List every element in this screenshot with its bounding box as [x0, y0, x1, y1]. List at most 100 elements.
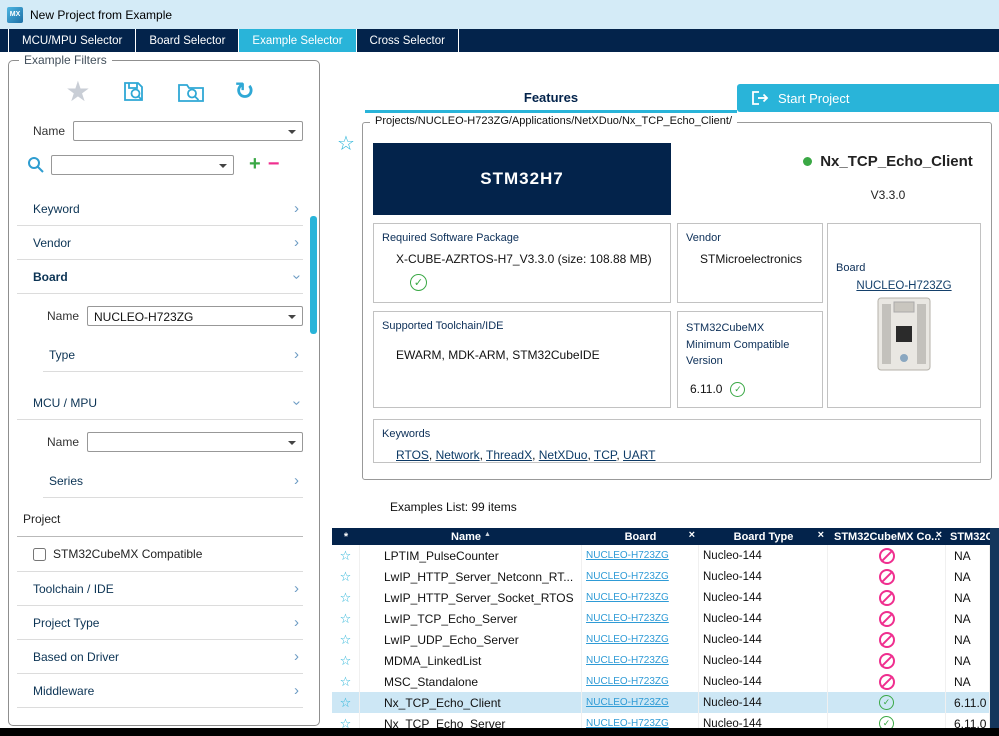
favorite-star-icon[interactable]: ☆: [332, 650, 360, 671]
example-name-cell: Nx_TCP_Echo_Server: [360, 713, 582, 728]
filter-section-middleware[interactable]: Middleware ›: [17, 674, 303, 708]
project-section-header: Project: [17, 498, 303, 537]
chevron-right-icon: ›: [294, 472, 299, 489]
filter-section-board[interactable]: Board ›: [17, 260, 303, 294]
favorite-star-icon[interactable]: ☆: [332, 692, 360, 713]
section-label: Series: [49, 474, 84, 488]
example-row[interactable]: ☆ MSC_Standalone NUCLEO-H723ZG Nucleo-144 NA: [332, 671, 990, 692]
column-header-compatibility[interactable]: STM32CubeMX Co... ×: [828, 528, 946, 545]
examples-table-body: ☆ LPTIM_PulseCounter NUCLEO-H723ZG Nucleo-1…: [332, 545, 990, 728]
table-scrollbar[interactable]: [990, 528, 999, 728]
example-name-cell: LwIP_UDP_Echo_Server: [360, 629, 582, 650]
clear-filter-icon[interactable]: ×: [818, 529, 824, 541]
tab-mcu-mpu-selector[interactable]: MCU/MPU Selector: [8, 29, 137, 52]
vendor-value: STMicroelectronics: [700, 252, 803, 266]
section-label: Type: [49, 348, 76, 362]
example-row[interactable]: ☆ Nx_TCP_Echo_Server NUCLEO-H723ZG Nucleo-1…: [332, 713, 990, 728]
compatibility-cell: [828, 587, 946, 608]
example-row[interactable]: ☆ LwIP_UDP_Echo_Server NUCLEO-H723ZG Nucleo…: [332, 629, 990, 650]
load-search-icon[interactable]: [177, 80, 205, 104]
tab-features[interactable]: Features: [365, 86, 737, 113]
not-compatible-icon: [878, 589, 895, 606]
example-row[interactable]: ☆ LwIP_TCP_Echo_Server NUCLEO-H723ZG Nucleo…: [332, 608, 990, 629]
example-row[interactable]: ☆ Nx_TCP_Echo_Client NUCLEO-H723ZG Nucleo-1…: [332, 692, 990, 713]
filter-section-toolchain[interactable]: Toolchain / IDE ›: [17, 572, 303, 606]
board-link[interactable]: NUCLEO-H723ZG: [828, 280, 980, 292]
board-label: Board: [836, 262, 866, 274]
stm32cubemx-compatible-checkbox[interactable]: [33, 547, 46, 561]
compatible-check-icon: ✓: [879, 695, 894, 710]
filter-section-mcu-mpu[interactable]: MCU / MPU ›: [17, 386, 303, 420]
filter-section-board-type[interactable]: Type ›: [43, 338, 303, 372]
example-row[interactable]: ☆ LPTIM_PulseCounter NUCLEO-H723ZG Nucleo-1…: [332, 545, 990, 566]
example-name-combobox[interactable]: [73, 121, 303, 141]
save-search-icon[interactable]: [121, 79, 147, 105]
compatibility-cell: [828, 566, 946, 587]
favorites-filter-icon[interactable]: ★: [65, 78, 90, 106]
example-row[interactable]: ☆ LwIP_HTTP_Server_Socket_RTOS NUCLEO-H723…: [332, 587, 990, 608]
tab-board-selector[interactable]: Board Selector: [136, 29, 240, 52]
column-header-version[interactable]: STM32C: [946, 528, 990, 545]
clear-filter-icon[interactable]: ×: [689, 529, 695, 541]
column-header-name[interactable]: Name ▲: [360, 528, 582, 545]
not-compatible-icon: [878, 568, 895, 585]
column-header-board[interactable]: Board ×: [582, 528, 699, 545]
filter-section-based-on-driver[interactable]: Based on Driver ›: [17, 640, 303, 674]
favorite-star-icon[interactable]: ☆: [332, 671, 360, 692]
board-link[interactable]: NUCLEO-H723ZG: [586, 634, 669, 645]
keyword-link[interactable]: RTOS: [396, 448, 429, 462]
board-type-cell: Nucleo-144: [699, 587, 828, 608]
filter-section-vendor[interactable]: Vendor ›: [17, 226, 303, 260]
favorite-star-icon[interactable]: ☆: [332, 545, 360, 566]
example-name-cell: LwIP_HTTP_Server_Netconn_RT...: [360, 566, 582, 587]
favorite-star-icon[interactable]: ☆: [332, 629, 360, 650]
sort-ascending-icon: ▲: [484, 531, 491, 538]
compatibility-cell: [828, 545, 946, 566]
favorite-star-icon[interactable]: ☆: [332, 587, 360, 608]
board-name-label: Name: [47, 309, 80, 323]
mcu-name-combobox[interactable]: [87, 432, 303, 452]
filter-section-keyword[interactable]: Keyword ›: [17, 192, 303, 226]
search-combobox[interactable]: [51, 154, 234, 175]
filter-section-series[interactable]: Series ›: [43, 464, 303, 498]
filter-section-project-type[interactable]: Project Type ›: [17, 606, 303, 640]
add-filter-button[interactable]: +: [249, 153, 261, 176]
example-row[interactable]: ☆ LwIP_HTTP_Server_Netconn_RT... NUCLEO-H7…: [332, 566, 990, 587]
compatibility-cell: [828, 671, 946, 692]
keyword-link[interactable]: NetXDuo: [539, 448, 588, 462]
keyword-link[interactable]: Network: [436, 448, 480, 462]
tab-example-selector[interactable]: Example Selector: [239, 29, 357, 52]
board-link[interactable]: NUCLEO-H723ZG: [586, 718, 669, 728]
remove-filter-button[interactable]: −: [268, 153, 280, 176]
compatibility-cell: ✓: [828, 713, 946, 728]
board-link[interactable]: NUCLEO-H723ZG: [586, 655, 669, 666]
bottom-bar: [0, 728, 999, 736]
keyword-link[interactable]: ThreadX: [486, 448, 532, 462]
app-icon: MX: [7, 6, 23, 23]
clear-filter-icon[interactable]: ×: [936, 529, 942, 541]
board-link[interactable]: NUCLEO-H723ZG: [586, 697, 669, 708]
start-project-button[interactable]: Start Project: [737, 84, 999, 112]
example-row[interactable]: ☆ MDMA_LinkedList NUCLEO-H723ZG Nucleo-144 N…: [332, 650, 990, 671]
keyword-link[interactable]: UART: [623, 448, 655, 462]
favorite-star-icon[interactable]: ☆: [332, 713, 360, 728]
board-name-combobox[interactable]: NUCLEO-H723ZG: [87, 306, 303, 326]
selector-tab-bar: MCU/MPU Selector Board Selector Example …: [0, 29, 999, 52]
compatibility-cell: ✓: [828, 692, 946, 713]
reset-filters-icon[interactable]: ↻: [235, 80, 255, 104]
column-header-star[interactable]: *: [332, 528, 360, 545]
filter-toolbar: ★ ↻: [17, 75, 303, 109]
filter-scrollbar[interactable]: [310, 216, 317, 334]
board-link[interactable]: NUCLEO-H723ZG: [586, 676, 669, 687]
board-link[interactable]: NUCLEO-H723ZG: [586, 613, 669, 624]
board-link[interactable]: NUCLEO-H723ZG: [586, 550, 669, 561]
keyword-link[interactable]: TCP: [594, 448, 616, 462]
example-favorite-star-icon[interactable]: ☆: [337, 131, 355, 156]
section-label: Vendor: [33, 236, 72, 250]
column-header-board-type[interactable]: Board Type ×: [699, 528, 828, 545]
board-link[interactable]: NUCLEO-H723ZG: [586, 592, 669, 603]
tab-cross-selector[interactable]: Cross Selector: [357, 29, 459, 52]
favorite-star-icon[interactable]: ☆: [332, 608, 360, 629]
favorite-star-icon[interactable]: ☆: [332, 566, 360, 587]
board-link[interactable]: NUCLEO-H723ZG: [586, 571, 669, 582]
